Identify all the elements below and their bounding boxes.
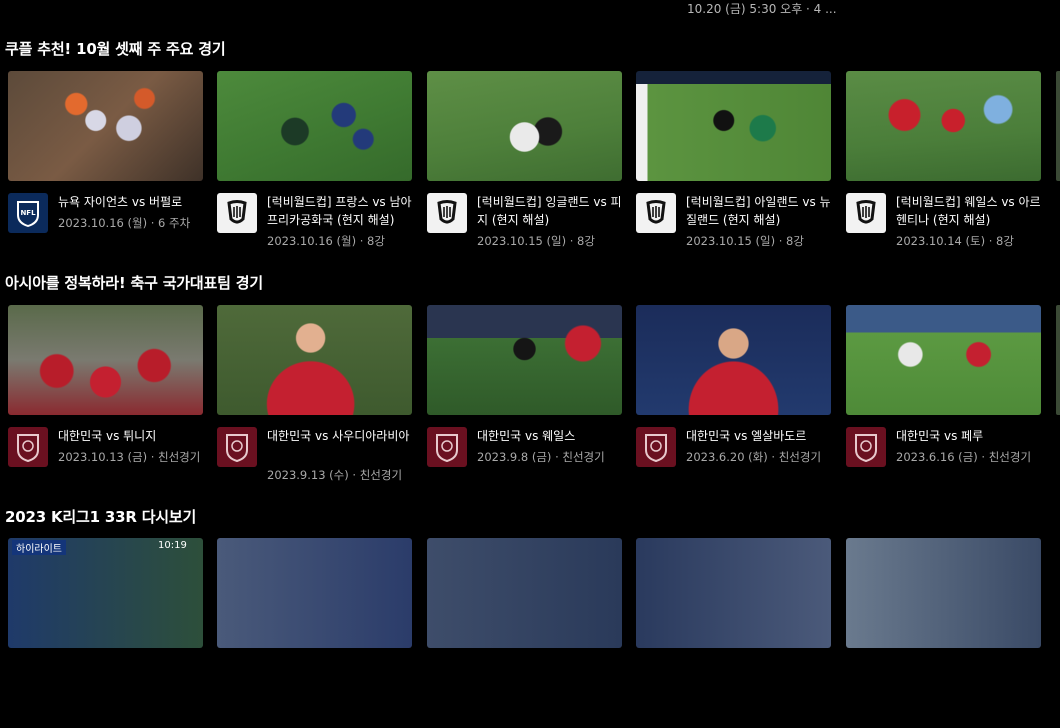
video-card[interactable] bbox=[217, 538, 412, 728]
rugby-world-cup-logo bbox=[636, 193, 676, 233]
video-thumbnail[interactable] bbox=[217, 305, 412, 415]
card-title[interactable]: [럭비월드컵] 아일랜드 vs 뉴질랜드 (현지 해설) bbox=[686, 193, 831, 229]
card-title[interactable]: 대한민국 vs 페루 bbox=[896, 427, 1041, 445]
video-card[interactable]: 대한민국 vs 페루 2023.6.16 (금) · 친선경기 bbox=[846, 305, 1041, 495]
card-title[interactable]: [럭비월드컵] 잉글랜드 vs 피지 (현지 해설) bbox=[477, 193, 622, 229]
kfa-logo bbox=[8, 427, 48, 467]
national-team-row: 대한민국 vs 튀니지 2023.10.13 (금) · 친선경기 대한민국 v… bbox=[8, 305, 1060, 495]
video-card[interactable] bbox=[846, 538, 1041, 728]
video-card[interactable] bbox=[636, 538, 831, 728]
card-meta: 2023.9.8 (금) · 친선경기 bbox=[477, 450, 605, 464]
video-thumbnail[interactable] bbox=[427, 305, 622, 415]
video-card[interactable]: 대한민국 vs 튀니지 2023.10.13 (금) · 친선경기 bbox=[8, 305, 203, 495]
kfa-logo bbox=[427, 427, 467, 467]
card-title[interactable]: 대한민국 vs 웨일스 bbox=[477, 427, 622, 445]
video-thumbnail[interactable] bbox=[636, 305, 831, 415]
video-card[interactable]: 하이라이트 10:19 bbox=[8, 538, 203, 728]
video-card[interactable]: 대한민국 vs 웨일스 2023.9.8 (금) · 친선경기 bbox=[427, 305, 622, 495]
card-title[interactable]: 대한민국 vs 엘살바도르 bbox=[686, 427, 831, 445]
next-card-peek[interactable] bbox=[1056, 71, 1060, 181]
video-thumbnail[interactable]: 하이라이트 10:19 bbox=[8, 538, 203, 648]
card-title[interactable]: 대한민국 vs 사우디아라비아 bbox=[267, 427, 412, 445]
svg-text:NFL: NFL bbox=[20, 209, 36, 217]
video-thumbnail[interactable] bbox=[636, 71, 831, 181]
rugby-world-cup-logo bbox=[846, 193, 886, 233]
video-card[interactable]: [럭비월드컵] 아일랜드 vs 뉴질랜드 (현지 해설) 2023.10.15 … bbox=[636, 71, 831, 261]
recommend-row: NFL 뉴욕 자이언츠 vs 버펄로 2023.10.16 (월) · 6 주차… bbox=[8, 71, 1060, 261]
section-title-kleague: 2023 K리그1 33R 다시보기 bbox=[5, 508, 197, 526]
card-meta: 2023.10.15 (일) · 8강 bbox=[686, 234, 804, 248]
card-meta: 2023.10.16 (월) · 6 주차 bbox=[58, 216, 191, 230]
video-card[interactable]: [럭비월드컵] 프랑스 vs 남아프리카공화국 (현지 해설) 2023.10.… bbox=[217, 71, 412, 261]
top-meta: 10.20 (금) 5:30 오후 · 4 ... bbox=[687, 2, 837, 16]
video-thumbnail[interactable] bbox=[217, 71, 412, 181]
kfa-logo bbox=[846, 427, 886, 467]
card-meta: 2023.10.13 (금) · 친선경기 bbox=[58, 450, 201, 464]
card-meta: 2023.6.20 (화) · 친선경기 bbox=[686, 450, 822, 464]
card-title[interactable]: 대한민국 vs 튀니지 bbox=[58, 427, 203, 445]
video-thumbnail[interactable] bbox=[427, 538, 622, 648]
video-thumbnail[interactable] bbox=[636, 538, 831, 648]
card-title[interactable]: [럭비월드컵] 웨일스 vs 아르헨티나 (현지 해설) bbox=[896, 193, 1041, 229]
video-thumbnail[interactable] bbox=[8, 305, 203, 415]
rugby-world-cup-logo bbox=[217, 193, 257, 233]
card-meta: 2023.6.16 (금) · 친선경기 bbox=[896, 450, 1032, 464]
card-meta: 2023.10.14 (토) · 8강 bbox=[896, 234, 1014, 248]
score-overlay: 10:19 bbox=[158, 540, 187, 551]
next-card-peek[interactable] bbox=[1056, 305, 1060, 415]
section-title-national-team: 아시아를 정복하라! 축구 국가대표팀 경기 bbox=[5, 274, 263, 292]
video-card[interactable]: [럭비월드컵] 웨일스 vs 아르헨티나 (현지 해설) 2023.10.14 … bbox=[846, 71, 1041, 261]
video-thumbnail[interactable] bbox=[8, 71, 203, 181]
highlight-badge: 하이라이트 bbox=[12, 540, 66, 555]
card-meta: 2023.10.15 (일) · 8강 bbox=[477, 234, 595, 248]
card-meta: 2023.9.13 (수) · 친선경기 bbox=[267, 468, 403, 482]
video-thumbnail[interactable] bbox=[846, 538, 1041, 648]
card-meta: 2023.10.16 (월) · 8강 bbox=[267, 234, 385, 248]
video-card[interactable]: 대한민국 vs 사우디아라비아 2023.9.13 (수) · 친선경기 bbox=[217, 305, 412, 495]
video-card[interactable]: [럭비월드컵] 잉글랜드 vs 피지 (현지 해설) 2023.10.15 (일… bbox=[427, 71, 622, 261]
kfa-logo bbox=[217, 427, 257, 467]
kfa-logo bbox=[636, 427, 676, 467]
video-card[interactable]: NFL 뉴욕 자이언츠 vs 버펄로 2023.10.16 (월) · 6 주차 bbox=[8, 71, 203, 261]
kleague-row: 하이라이트 10:19 bbox=[8, 538, 1060, 728]
card-title[interactable]: [럭비월드컵] 프랑스 vs 남아프리카공화국 (현지 해설) bbox=[267, 193, 412, 229]
section-title-recommend: 쿠플 추천! 10월 셋째 주 주요 경기 bbox=[5, 40, 226, 58]
nfl-logo: NFL bbox=[8, 193, 48, 233]
video-card[interactable]: 대한민국 vs 엘살바도르 2023.6.20 (화) · 친선경기 bbox=[636, 305, 831, 495]
video-thumbnail[interactable] bbox=[217, 538, 412, 648]
video-thumbnail[interactable] bbox=[427, 71, 622, 181]
rugby-world-cup-logo bbox=[427, 193, 467, 233]
video-card[interactable] bbox=[427, 538, 622, 728]
card-title[interactable]: 뉴욕 자이언츠 vs 버펄로 bbox=[58, 193, 203, 211]
video-thumbnail[interactable] bbox=[846, 305, 1041, 415]
video-thumbnail[interactable] bbox=[846, 71, 1041, 181]
